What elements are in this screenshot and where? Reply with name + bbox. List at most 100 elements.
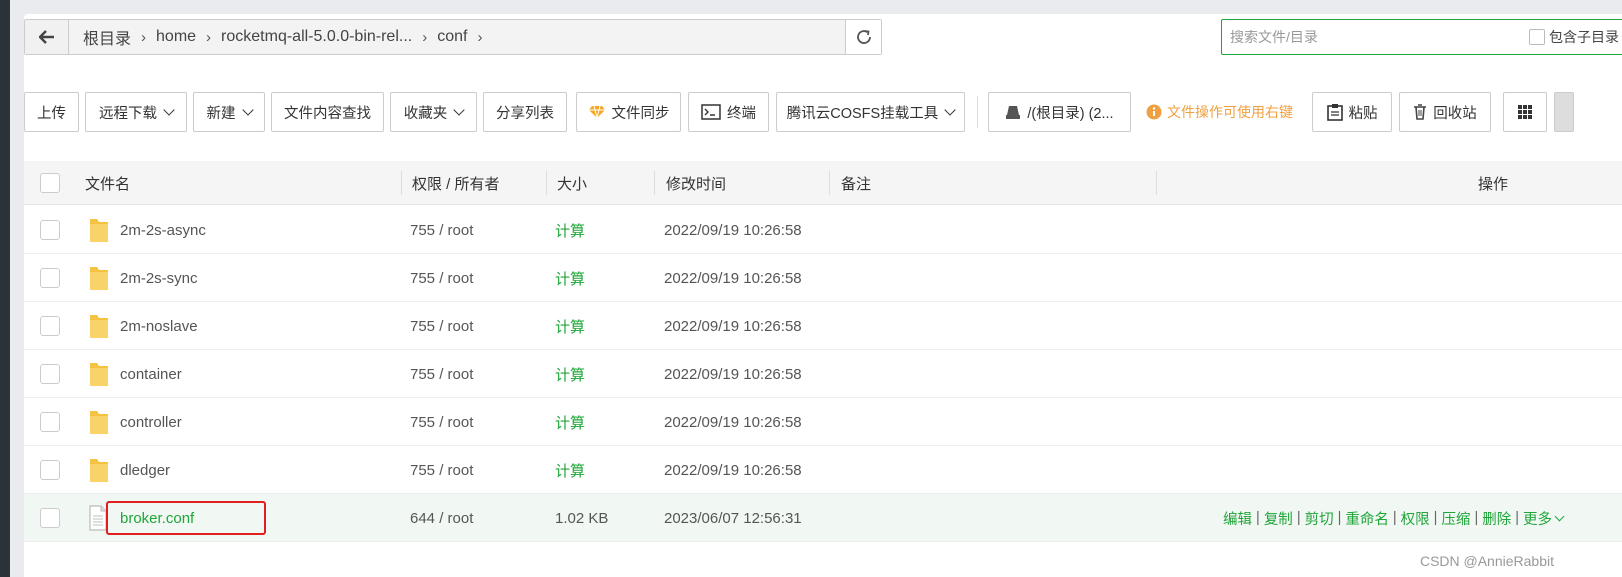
row-checkbox[interactable] xyxy=(40,316,60,336)
list-view-button[interactable] xyxy=(1554,92,1574,132)
table-row[interactable]: 2m-2s-sync 755 / root 计算 2022/09/19 10:2… xyxy=(24,254,1622,302)
column-header-perm[interactable]: 权限 / 所有者 xyxy=(412,161,500,205)
back-button[interactable] xyxy=(25,20,69,54)
calc-size-link[interactable]: 计算 xyxy=(555,302,585,350)
table-row[interactable]: dledger 755 / root 计算 2022/09/19 10:26:5… xyxy=(24,446,1622,494)
share-list-button[interactable]: 分享列表 xyxy=(483,92,567,132)
breadcrumb-separator-icon: › xyxy=(477,28,483,46)
breadcrumb-item-rocketmq[interactable]: rocketmq-all-5.0.0-bin-rel... xyxy=(215,28,418,46)
folder-icon xyxy=(90,219,108,242)
table-row[interactable]: 2m-noslave 755 / root 计算 2022/09/19 10:2… xyxy=(24,302,1622,350)
calc-size-link[interactable]: 计算 xyxy=(555,254,585,302)
content-search-button[interactable]: 文件内容查找 xyxy=(271,92,384,132)
paste-label: 粘贴 xyxy=(1348,105,1378,122)
calc-size-link[interactable]: 计算 xyxy=(555,350,585,398)
remote-download-dropdown[interactable]: 远程下载 xyxy=(85,92,187,132)
table-row[interactable]: controller 755 / root 计算 2022/09/19 10:2… xyxy=(24,398,1622,446)
file-name[interactable]: dledger xyxy=(120,446,170,494)
favorites-label: 收藏夹 xyxy=(403,105,448,122)
file-mtime: 2022/09/19 10:26:58 xyxy=(664,413,802,431)
file-name[interactable]: controller xyxy=(120,398,182,446)
include-subdir-checkbox[interactable] xyxy=(1529,29,1545,45)
grid-view-button[interactable] xyxy=(1503,92,1547,132)
column-header-remark: 备注 xyxy=(841,175,872,193)
column-divider xyxy=(401,171,402,195)
favorites-dropdown[interactable]: 收藏夹 xyxy=(390,92,477,132)
row-checkbox[interactable] xyxy=(40,268,60,288)
calc-size-link[interactable]: 计算 xyxy=(555,398,585,446)
terminal-icon xyxy=(701,104,721,120)
search-input[interactable] xyxy=(1230,22,1430,52)
file-mtime: 2023/06/07 12:56:31 xyxy=(664,509,802,527)
column-header-mtime[interactable]: 修改时间 xyxy=(666,161,726,205)
edit-action[interactable]: 编辑 xyxy=(1223,508,1252,529)
file-perm[interactable]: 755 / root xyxy=(410,350,473,398)
file-perm[interactable]: 755 / root xyxy=(410,398,473,446)
breadcrumb: 根目录 › home › rocketmq-all-5.0.0-bin-rel.… xyxy=(69,20,845,54)
new-label: 新建 xyxy=(206,105,236,122)
column-divider xyxy=(1156,171,1157,195)
row-checkbox[interactable] xyxy=(40,508,60,528)
column-header-name[interactable]: 文件名 xyxy=(85,161,130,205)
file-perm[interactable]: 755 / root xyxy=(410,206,473,254)
calc-size-link[interactable]: 计算 xyxy=(555,446,585,494)
breadcrumb-item-conf[interactable]: conf xyxy=(431,28,473,46)
terminal-button[interactable]: 终端 xyxy=(688,92,769,132)
watermark: CSDN @AnnieRabbit xyxy=(1419,553,1554,569)
row-actions: 编辑 | 复制 | 剪切 | 重命名 | 权限 | 压缩 | 删除 | 更多 xyxy=(1223,494,1565,542)
chevron-down-icon xyxy=(1554,511,1565,521)
highlight-box xyxy=(106,501,266,535)
hard-drive-icon xyxy=(1006,106,1021,119)
column-header-size[interactable]: 大小 xyxy=(557,161,587,205)
table-row[interactable]: 2m-2s-async 755 / root 计算 2022/09/19 10:… xyxy=(24,206,1622,254)
file-sync-button[interactable]: 文件同步 xyxy=(576,92,681,132)
toolbar-divider xyxy=(977,96,978,128)
remote-download-label: 远程下载 xyxy=(99,105,157,122)
paste-button[interactable]: 粘贴 xyxy=(1312,92,1392,132)
include-subdir-option[interactable]: 包含子目录 xyxy=(1529,27,1619,47)
new-dropdown[interactable]: 新建 xyxy=(193,92,265,132)
compress-action[interactable]: 压缩 xyxy=(1441,508,1470,529)
cut-action[interactable]: 剪切 xyxy=(1305,508,1334,529)
calc-size-link[interactable]: 计算 xyxy=(555,206,585,254)
cosfs-dropdown[interactable]: 腾讯云COSFS挂载工具 xyxy=(776,92,965,132)
disk-selector[interactable]: /(根目录) (2... xyxy=(988,92,1131,132)
select-all-checkbox[interactable] xyxy=(40,173,60,193)
recycle-bin-button[interactable]: 回收站 xyxy=(1399,92,1491,132)
info-icon xyxy=(1146,104,1162,120)
row-checkbox[interactable] xyxy=(40,364,60,384)
row-checkbox[interactable] xyxy=(40,220,60,240)
copy-action[interactable]: 复制 xyxy=(1264,508,1293,529)
folder-icon xyxy=(90,411,108,434)
table-row-selected[interactable]: broker.conf 644 / root 1.02 KB 2023/06/0… xyxy=(24,494,1622,542)
recycle-label: 回收站 xyxy=(1433,105,1477,122)
file-sync-label: 文件同步 xyxy=(611,105,670,122)
action-separator: | xyxy=(1256,510,1260,526)
upload-button[interactable]: 上传 xyxy=(24,92,79,132)
permission-action[interactable]: 权限 xyxy=(1401,508,1430,529)
refresh-button[interactable] xyxy=(845,20,881,54)
share-list-label: 分享列表 xyxy=(496,105,554,122)
file-mtime: 2022/09/19 10:26:58 xyxy=(664,461,802,479)
file-perm[interactable]: 755 / root xyxy=(410,302,473,350)
file-name[interactable]: 2m-2s-sync xyxy=(120,254,198,302)
table-row[interactable]: container 755 / root 计算 2022/09/19 10:26… xyxy=(24,350,1622,398)
file-name[interactable]: 2m-noslave xyxy=(120,302,198,350)
row-checkbox[interactable] xyxy=(40,460,60,480)
action-separator: | xyxy=(1433,510,1438,526)
breadcrumb-item-root[interactable]: 根目录 xyxy=(77,25,137,49)
select-all-cell xyxy=(40,161,60,205)
file-perm[interactable]: 644 / root xyxy=(410,494,473,542)
file-perm[interactable]: 755 / root xyxy=(410,254,473,302)
chevron-down-icon xyxy=(944,103,956,116)
row-checkbox[interactable] xyxy=(40,412,60,432)
breadcrumb-item-home[interactable]: home xyxy=(150,28,202,46)
file-name[interactable]: 2m-2s-async xyxy=(120,206,206,254)
chevron-down-icon xyxy=(163,103,175,116)
delete-action[interactable]: 删除 xyxy=(1482,508,1511,529)
file-name[interactable]: container xyxy=(120,350,182,398)
rename-action[interactable]: 重命名 xyxy=(1345,508,1389,529)
more-action[interactable]: 更多 xyxy=(1523,508,1552,529)
diamond-icon xyxy=(588,105,605,119)
file-perm[interactable]: 755 / root xyxy=(410,446,473,494)
